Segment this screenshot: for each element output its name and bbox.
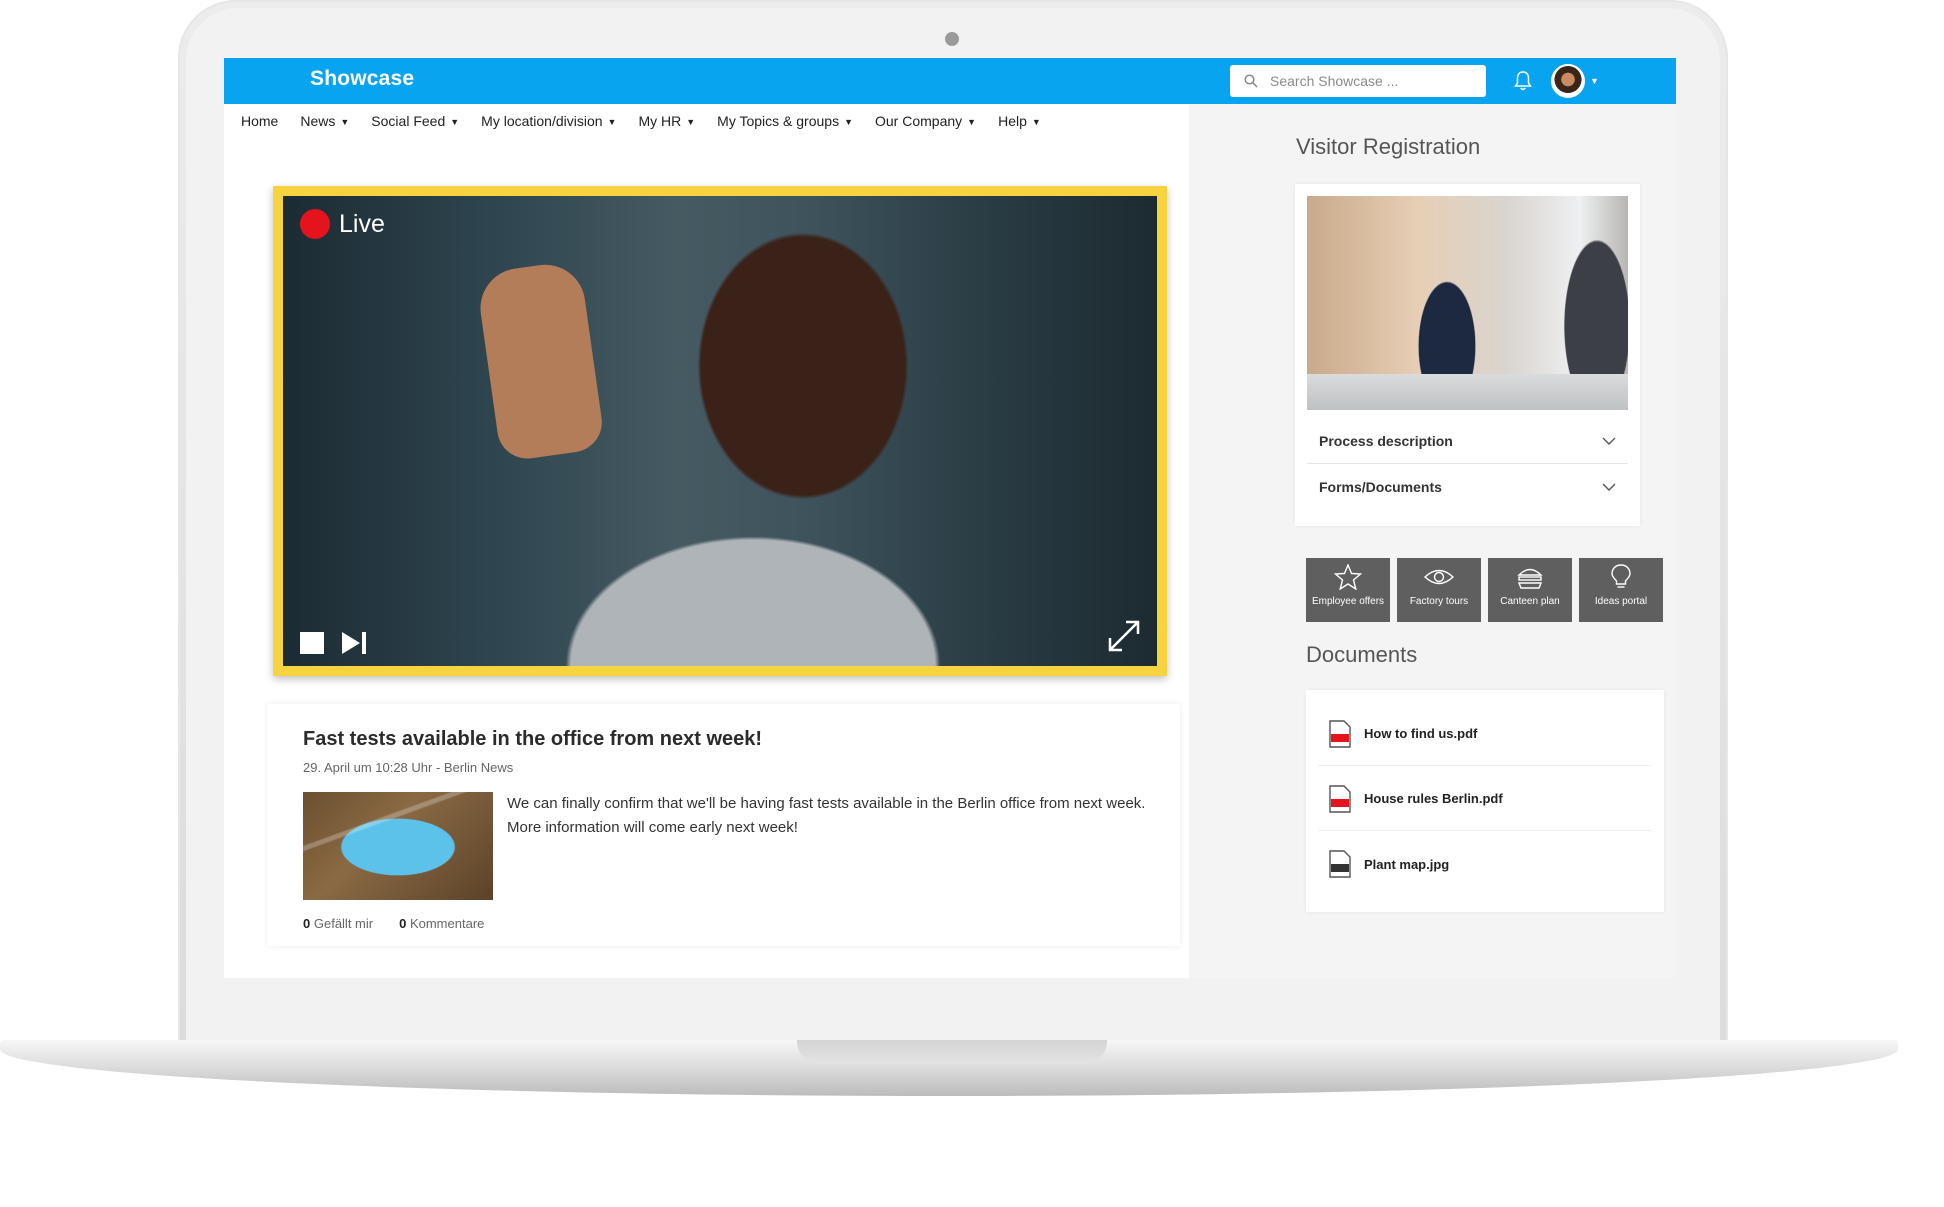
accordion-forms-documents[interactable]: Forms/Documents [1307, 464, 1628, 510]
news-title[interactable]: Fast tests available in the office from … [303, 728, 762, 751]
nav-item-label: Our Company [875, 113, 963, 129]
news-card[interactable]: Fast tests available in the office from … [267, 704, 1180, 946]
chevron-down-icon [1602, 483, 1616, 491]
caret-down-icon: ▼ [686, 117, 696, 127]
caret-down-icon: ▼ [450, 117, 460, 127]
nav-item-label: Help [998, 113, 1027, 129]
tile-ideas-portal[interactable]: Ideas portal [1579, 558, 1663, 622]
eye-icon [1424, 569, 1454, 585]
video-image-waving-hand [475, 259, 606, 463]
nav-item-location[interactable]: My location/division ▼ [481, 113, 616, 129]
brand-logo[interactable]: Showcase [310, 67, 414, 91]
search-icon [1244, 74, 1258, 88]
nav-item-label: Home [241, 113, 279, 129]
laptop-notch [797, 1040, 1107, 1064]
document-name: House rules Berlin.pdf [1364, 791, 1503, 806]
caret-down-icon: ▼ [967, 117, 977, 127]
lightbulb-icon [1611, 564, 1631, 588]
likes-button[interactable]: 0 Gefällt mir [303, 916, 373, 931]
user-menu-caret-icon[interactable]: ▼ [1590, 76, 1599, 86]
search-input[interactable] [1268, 72, 1472, 90]
star-icon [1334, 564, 1362, 590]
documents-title: Documents [1306, 642, 1418, 667]
screen: Showcase ▼ Home News ▼ Social Feed ▼ My lo… [224, 58, 1676, 978]
accordion-process-description[interactable]: Process description [1307, 418, 1628, 464]
camera-dot [945, 32, 959, 46]
skip-forward-icon[interactable] [340, 630, 370, 656]
visitor-registration-title: Visitor Registration [1296, 134, 1481, 159]
nav-item-home[interactable]: Home [241, 113, 278, 129]
live-video-player[interactable]: Live [273, 186, 1167, 676]
news-thumbnail[interactable] [303, 792, 493, 900]
live-indicator: Live [300, 209, 385, 239]
main-nav: Home News ▼ Social Feed ▼ My location/divi… [224, 104, 1189, 138]
nav-item-label: My location/division [481, 113, 603, 129]
nav-item-label: My Topics & groups [717, 113, 840, 129]
caret-down-icon: ▼ [607, 117, 617, 127]
search-box[interactable] [1230, 65, 1486, 97]
tile-label: Employee offers [1311, 596, 1385, 607]
comments-count: 0 [399, 916, 407, 931]
nav-item-social-feed[interactable]: Social Feed ▼ [371, 113, 459, 129]
accordion-label: Forms/Documents [1319, 479, 1442, 495]
caret-down-icon: ▼ [1031, 117, 1041, 127]
pdf-file-icon [1329, 784, 1351, 813]
accordion-label: Process description [1319, 432, 1453, 449]
tile-label: Factory tours [1409, 596, 1469, 607]
fullscreen-icon[interactable] [1106, 618, 1142, 654]
jpg-file-icon [1329, 850, 1351, 878]
nav-item-label: My HR [638, 113, 682, 129]
news-meta: 29. April um 10:28 Uhr - Berlin News [303, 760, 514, 775]
nav-item-help[interactable]: Help ▼ [998, 113, 1041, 129]
nav-item-our-company[interactable]: Our Company ▼ [875, 113, 976, 129]
tile-factory-tours[interactable]: Factory tours [1397, 558, 1481, 622]
tile-employee-offers[interactable]: Employee offers [1306, 558, 1390, 622]
nav-item-news[interactable]: News ▼ [300, 113, 349, 129]
visitor-registration-card: Process description Forms/Documents [1295, 184, 1640, 526]
comments-label: Kommentare [409, 916, 485, 931]
stop-button[interactable] [300, 632, 324, 654]
tile-label: Canteen plan [1500, 596, 1560, 607]
likes-label: Gefällt mir [313, 916, 374, 931]
top-bar: Showcase ▼ [224, 58, 1676, 104]
nav-item-label: Social Feed [371, 113, 446, 129]
likes-count: 0 [303, 916, 311, 931]
document-item[interactable]: Plant map.jpg [1318, 832, 1652, 896]
nav-item-label: News [300, 113, 336, 129]
caret-down-icon: ▼ [340, 117, 350, 127]
comments-button[interactable]: 0 Kommentare [399, 916, 484, 931]
visitor-photo [1307, 196, 1628, 410]
document-item[interactable]: How to find us.pdf [1318, 702, 1652, 766]
live-dot-icon [300, 209, 330, 239]
caret-down-icon: ▼ [844, 117, 853, 127]
burger-icon [1517, 568, 1543, 589]
avatar[interactable] [1551, 64, 1585, 98]
document-item[interactable]: House rules Berlin.pdf [1318, 767, 1652, 831]
news-body: We can finally confirm that we'll be hav… [507, 795, 1146, 836]
tile-canteen-plan[interactable]: Canteen plan [1488, 558, 1572, 622]
bell-icon[interactable] [1514, 70, 1532, 92]
live-label: Live [339, 209, 385, 238]
documents-list: How to find us.pdf House rules Berlin.pd… [1306, 690, 1664, 912]
news-stats: 0 Gefällt mir 0 Kommentare [303, 916, 484, 931]
tile-label: Ideas portal [1594, 596, 1648, 607]
chevron-down-icon [1602, 437, 1616, 445]
document-name: Plant map.jpg [1364, 856, 1450, 872]
nav-item-topics-groups[interactable]: My Topics & groups ▼ [717, 113, 853, 129]
video-frame[interactable]: Live [283, 196, 1157, 666]
pdf-file-icon [1329, 719, 1351, 748]
document-name: How to find us.pdf [1364, 726, 1478, 741]
quick-links: Employee offers Factory tours Canteen pl… [1306, 558, 1670, 622]
nav-item-my-hr[interactable]: My HR ▼ [638, 113, 695, 129]
